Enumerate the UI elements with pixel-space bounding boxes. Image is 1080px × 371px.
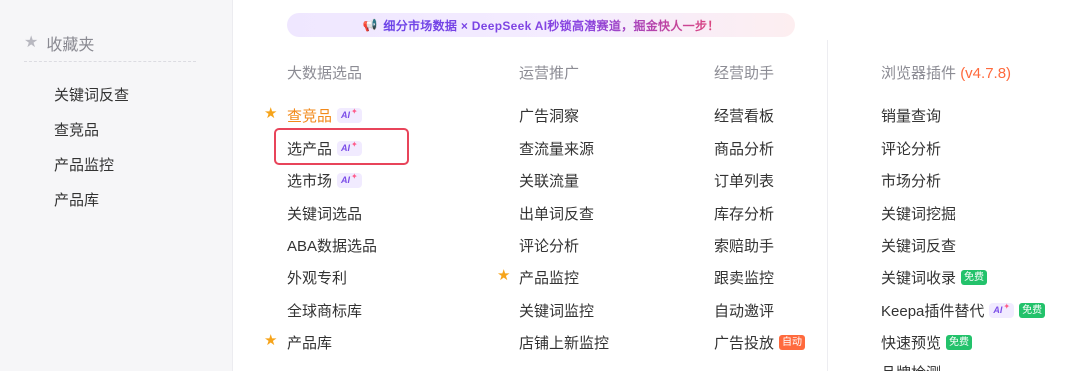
favorite-star-icon[interactable]: ★ (264, 333, 277, 348)
promo-banner[interactable]: 📢 细分市场数据 × DeepSeek AI秒锁高潜赛道，掘金快人一步！ (287, 13, 795, 37)
menu-item-quick-preview[interactable]: 快速预览 免费 (881, 332, 973, 353)
menu-item-market-analysis[interactable]: 市场分析 (881, 170, 941, 191)
menu-item-order-keyword[interactable]: 出单词反查 (519, 203, 594, 224)
menu-item-inventory[interactable]: 库存分析 (714, 203, 774, 224)
menu-item-label: Keepa插件替代 (881, 303, 985, 320)
favorite-star-icon[interactable]: ★ (497, 268, 510, 283)
menu-item-select-market[interactable]: 选市场 AI✦ (287, 170, 362, 191)
free-badge: 免费 (946, 335, 973, 350)
menu-item-auto-review[interactable]: 自动邀评 (714, 300, 774, 321)
col-title-plugin: 浏览器插件 (v4.7.8) (881, 62, 1011, 83)
ai-badge: AI✦ (337, 140, 362, 156)
menu-item-hijack-monitor[interactable]: 跟卖监控 (714, 267, 774, 288)
menu-item-order-list[interactable]: 订单列表 (714, 170, 774, 191)
star-icon: ★ (24, 33, 39, 51)
menu-item-sales-query[interactable]: 销量查询 (881, 105, 941, 126)
favorites-header: ★ 收藏夹 (24, 30, 196, 62)
menu-item-keyword-index[interactable]: 关键词收录 免费 (881, 267, 988, 288)
menu-item-ad-insight[interactable]: 广告洞察 (519, 105, 579, 126)
menu-item-plugin-review[interactable]: 评论分析 (881, 138, 941, 159)
menu-item-trademark[interactable]: 全球商标库 (287, 300, 362, 321)
menu-item-keyword-mining[interactable]: 关键词挖掘 (881, 203, 956, 224)
ai-badge: AI✦ (337, 172, 362, 188)
menu-item-label: 查竞品 (287, 108, 333, 125)
ai-badge: AI✦ (989, 302, 1015, 318)
menu-item-plugin-keyword-reverse[interactable]: 关键词反查 (881, 235, 956, 256)
col-title-assistant: 经营助手 (714, 65, 775, 82)
free-badge: 免费 (961, 270, 988, 285)
favorite-star-icon[interactable]: ★ (264, 106, 277, 121)
auto-badge: 自动 (779, 335, 806, 350)
menu-item-label: 快速预览 (881, 335, 942, 352)
col-title-big-data: 大数据选品 (287, 65, 363, 82)
free-badge: 免费 (1019, 303, 1046, 318)
col-title-operations: 运营推广 (519, 65, 580, 82)
menu-item-design-patent[interactable]: 外观专利 (287, 267, 347, 288)
favorites-title: 收藏夹 (46, 36, 95, 54)
menu-item-label: 选市场 (287, 173, 333, 190)
sidebar-item-product-library[interactable]: 产品库 (54, 189, 99, 210)
menu-item-keepa-alt[interactable]: Keepa插件替代 AI✦ 免费 (881, 300, 1046, 321)
plugin-version: (v4.7.8) (960, 65, 1012, 82)
menu-item-product-monitor[interactable]: 产品监控 (519, 267, 579, 288)
menu-item-ad-placement[interactable]: 广告投放 自动 (714, 332, 806, 353)
menu-item-aba-select[interactable]: ABA数据选品 (287, 235, 377, 256)
menu-item-store-new-monitor[interactable]: 店铺上新监控 (519, 332, 609, 353)
menu-item-label: 关键词收录 (881, 270, 957, 287)
sidebar-item-competitor[interactable]: 查竞品 (54, 119, 99, 140)
menu-item-select-product[interactable]: 选产品 AI✦ (287, 138, 362, 159)
column-divider (827, 40, 828, 371)
menu-item-product-library[interactable]: 产品库 (287, 332, 332, 353)
ai-badge: AI✦ (337, 107, 362, 123)
menu-item-keyword-monitor[interactable]: 关键词监控 (519, 300, 594, 321)
menu-item-claims[interactable]: 索赔助手 (714, 235, 774, 256)
menu-item-goods-analysis[interactable]: 商品分析 (714, 138, 774, 159)
menu-item-brand-check[interactable]: 品牌检测 (881, 362, 941, 371)
menu-item-keyword-select[interactable]: 关键词选品 (287, 203, 362, 224)
promo-banner-text: 细分市场数据 × DeepSeek AI秒锁高潜赛道，掘金快人一步！ (383, 18, 720, 33)
plugin-title-text: 浏览器插件 (881, 65, 957, 82)
menu-item-dashboard[interactable]: 经营看板 (714, 105, 774, 126)
menu-item-review-analysis[interactable]: 评论分析 (519, 235, 579, 256)
menu-item-label: 广告投放 (714, 335, 775, 352)
megaphone-icon: 📢 (362, 18, 378, 32)
menu-item-label: 选产品 (287, 141, 333, 158)
menu-item-competitor[interactable]: 查竞品 AI✦ (287, 105, 362, 126)
menu-item-related-traffic[interactable]: 关联流量 (519, 170, 579, 191)
menu-item-traffic-source[interactable]: 查流量来源 (519, 138, 594, 159)
sidebar-item-keyword-reverse[interactable]: 关键词反查 (54, 84, 129, 105)
favorites-sidebar: ★ 收藏夹 关键词反查 查竞品 产品监控 产品库 (0, 0, 233, 371)
sidebar-item-product-monitor[interactable]: 产品监控 (54, 154, 114, 175)
